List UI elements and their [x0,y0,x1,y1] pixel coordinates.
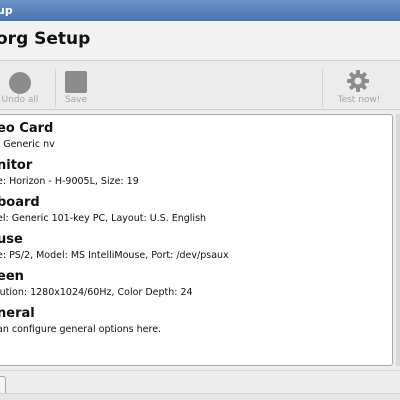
scrollbar[interactable] [396,114,400,366]
window-title: up [0,4,13,17]
list-item-detail: e: Horizon - H-9005L, Size: 19 [0,176,139,187]
undo-all-button[interactable]: Undo all [0,61,48,111]
list-item-keyboard[interactable]: board el: Generic 101-key PC, Layout: U.… [0,195,377,224]
save-label: Save [64,95,88,105]
list-item-video-card[interactable]: eo Card : Generic nv [0,121,377,150]
window-titlebar[interactable]: up [0,0,400,21]
list-item-screen[interactable]: een lution: 1280x1024/60Hz, Color Depth:… [0,269,377,298]
toolbar: Undo all Save Test now! [0,60,400,110]
list-item-title: eo Card [0,121,54,136]
list-item-detail: lution: 1280x1024/60Hz, Color Depth: 24 [0,287,193,298]
list-item-detail: el: Generic 101-key PC, Layout: U.S. Eng… [0,213,207,224]
list-item-detail: e: PS/2, Model: MS IntelliMouse, Port: /… [0,250,229,261]
toolbar-separator [322,69,323,107]
test-now-button[interactable]: Test now! [326,61,392,111]
list-item-monitor[interactable]: nitor e: Horizon - H-9005L, Size: 19 [0,158,377,187]
list-item-title: neral [0,306,35,321]
app-header: org Setup [0,21,400,59]
gear-icon [347,70,369,92]
list-item-title: nitor [0,158,33,173]
page-title: org Setup [0,29,91,49]
list-item-title: board [0,195,40,210]
save-icon [65,71,87,93]
test-now-label: Test now! [337,95,381,105]
undo-icon [9,72,31,94]
list-item-detail: : Generic nv [0,139,55,150]
list-item-title: use [0,232,23,247]
settings-list: eo Card : Generic nv nitor e: Horizon - … [0,114,393,366]
list-item-mouse[interactable]: use e: PS/2, Model: MS IntelliMouse, Por… [0,232,377,261]
status-bar [0,393,400,400]
undo-all-label: Undo all [1,95,39,105]
save-button[interactable]: Save [56,61,96,111]
list-item-detail: an configure general options here. [0,324,162,335]
list-item-title: een [0,269,24,284]
list-item-general[interactable]: neral an configure general options here. [0,306,377,335]
